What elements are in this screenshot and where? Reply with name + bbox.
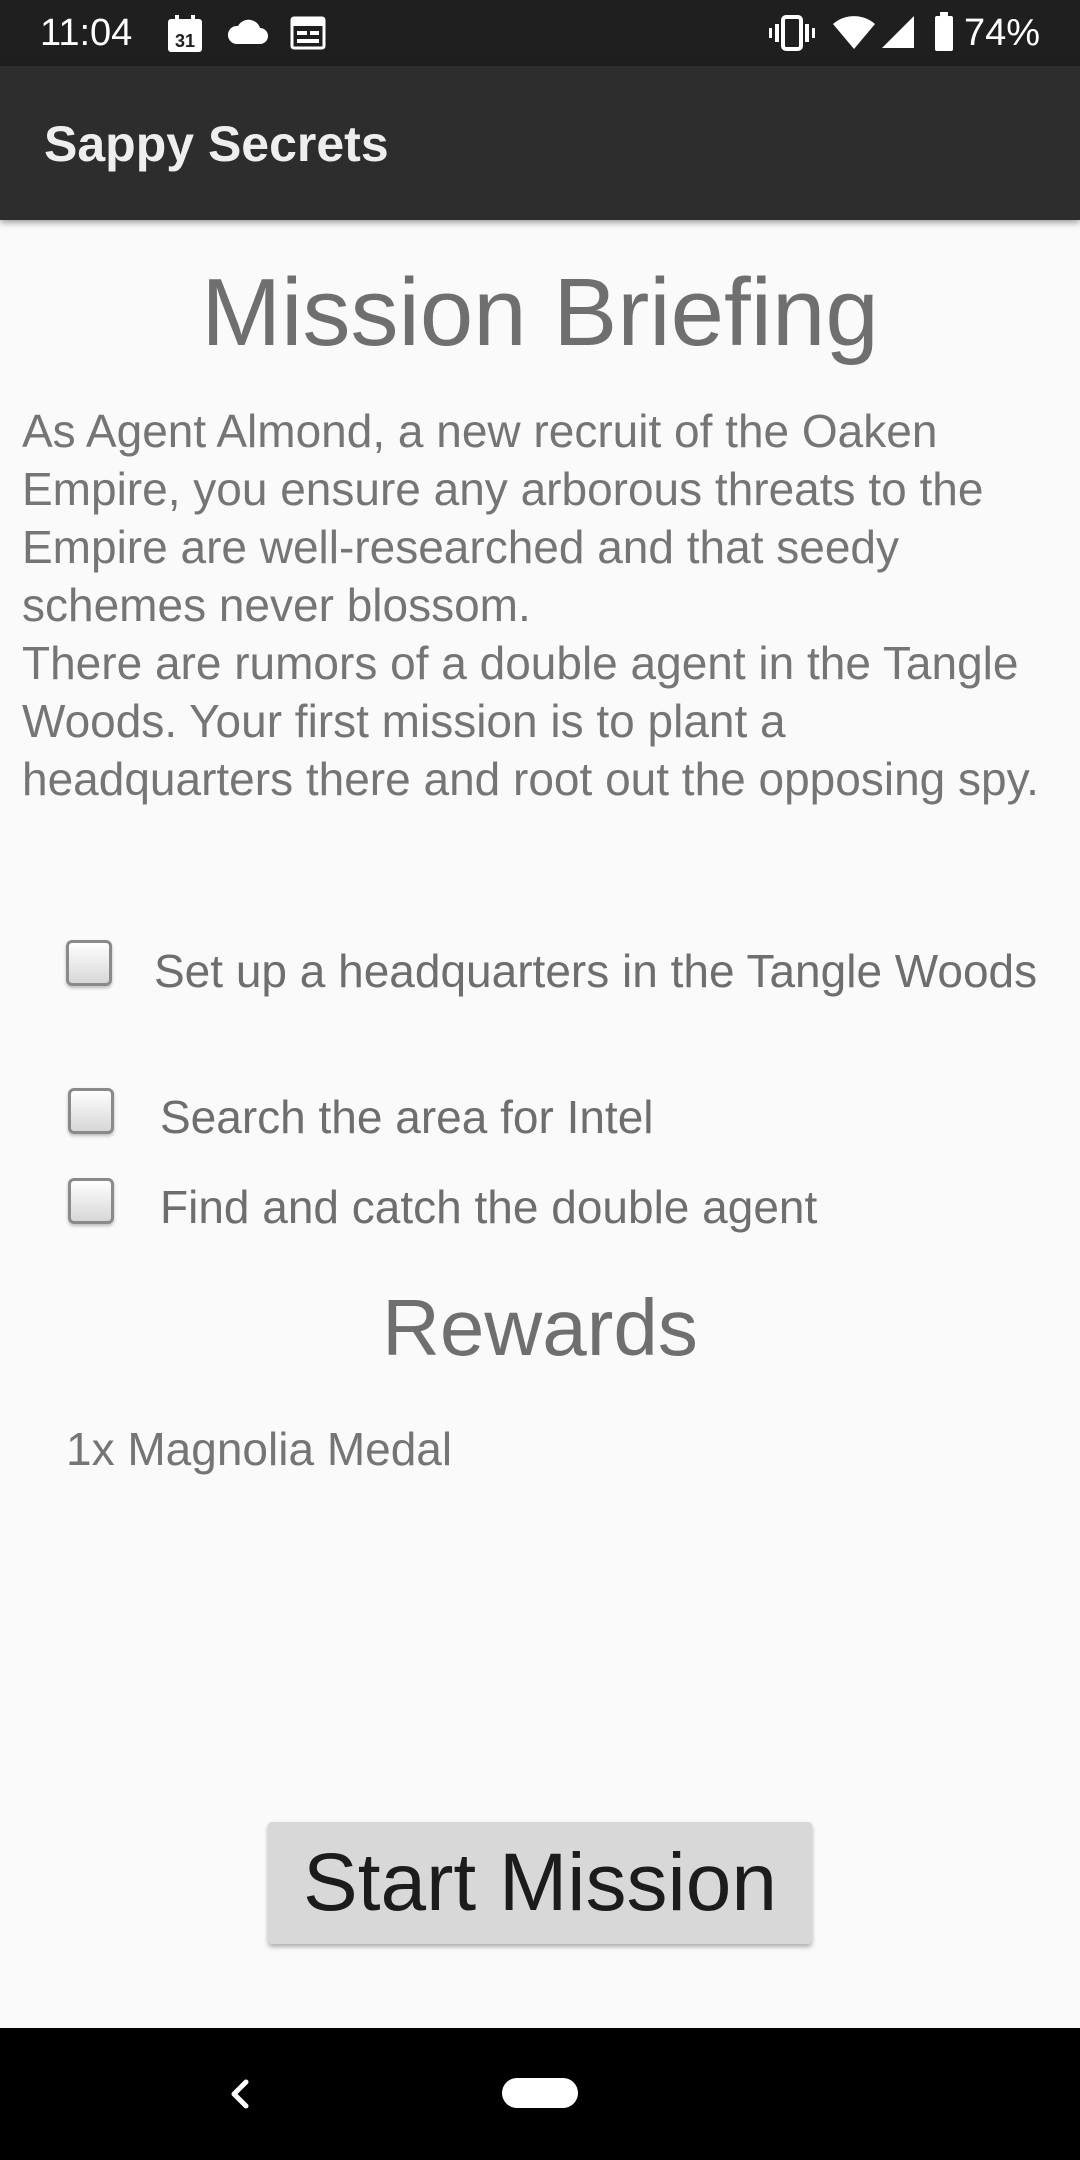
briefing-paragraph: There are rumors of a double agent in th… (22, 637, 1039, 805)
briefing-paragraph: As Agent Almond, a new recruit of the Oa… (22, 405, 984, 631)
home-button[interactable] (502, 2078, 578, 2108)
task-label[interactable]: Set up a headquarters in the Tangle Wood… (154, 942, 1054, 1000)
back-icon[interactable] (210, 2064, 270, 2124)
status-bar: 11:04 31 74% (0, 0, 1080, 66)
task-label[interactable]: Search the area for Intel (160, 1088, 1060, 1146)
start-mission-button[interactable]: Start Mission (268, 1822, 812, 1944)
vibrate-icon (768, 14, 816, 57)
wifi-icon (832, 16, 876, 55)
task-checkbox[interactable] (68, 1178, 114, 1224)
calendar-icon: 31 (166, 14, 204, 59)
briefing-text: As Agent Almond, a new recruit of the Oa… (22, 402, 1062, 808)
rewards-title: Rewards (382, 1283, 698, 1372)
task-label[interactable]: Find and catch the double agent (160, 1178, 1060, 1236)
task-checkbox[interactable] (68, 1088, 114, 1134)
mission-briefing-title: Mission Briefing (201, 259, 879, 366)
cloud-icon (226, 18, 268, 51)
status-time: 11:04 (40, 12, 133, 54)
reward-item: 1x Magnolia Medal (66, 1423, 453, 1475)
battery-icon (934, 12, 954, 57)
calendar-day-text: 31 (175, 31, 195, 51)
signal-icon (880, 14, 916, 55)
news-icon (290, 16, 326, 55)
app-title: Sappy Secrets (44, 116, 389, 172)
app-bar: Sappy Secrets (0, 66, 1080, 220)
task-checkbox[interactable] (66, 940, 112, 986)
navigation-bar (0, 2028, 1080, 2160)
battery-percentage: 74% (963, 12, 1040, 54)
